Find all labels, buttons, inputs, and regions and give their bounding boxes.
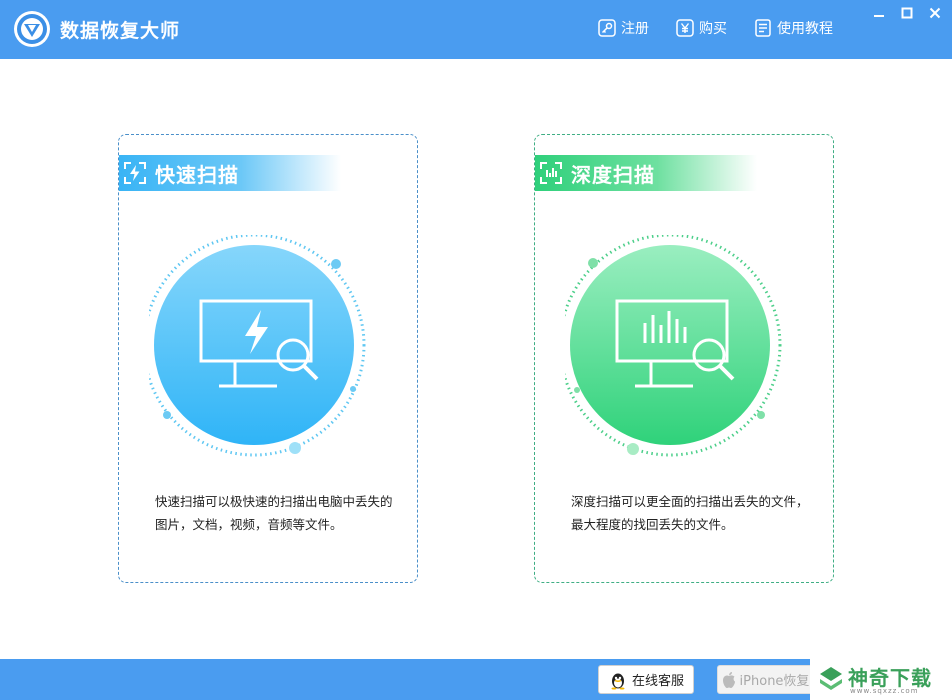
buy-label: 购买 bbox=[699, 21, 727, 37]
maximize-icon bbox=[901, 7, 913, 19]
quick-scan-header: 快速扫描 bbox=[119, 155, 341, 191]
quick-scan-lightning-icon bbox=[124, 162, 146, 184]
register-label: 注册 bbox=[621, 21, 649, 37]
watermark: 神奇下载 www.sqxzz.com bbox=[810, 659, 952, 700]
online-service-button[interactable]: 在线客服 bbox=[598, 665, 694, 694]
online-service-label: 在线客服 bbox=[631, 674, 684, 689]
document-icon bbox=[755, 19, 771, 37]
deep-scan-bars-icon bbox=[540, 162, 562, 184]
deep-scan-title: 深度扫描 bbox=[571, 162, 655, 187]
yen-icon bbox=[676, 19, 694, 37]
close-icon bbox=[929, 7, 941, 19]
minimize-button[interactable] bbox=[866, 0, 892, 26]
deep-scan-circle bbox=[570, 245, 770, 445]
quick-scan-card[interactable]: 快速扫描 快速扫描可以极快速的扫描出电脑中丢失的图片，文档，视频，音频等文件。 bbox=[118, 134, 418, 583]
quick-scan-title: 快速扫描 bbox=[155, 162, 239, 187]
maximize-button[interactable] bbox=[894, 0, 920, 26]
apple-icon bbox=[722, 671, 735, 688]
quick-scan-description: 快速扫描可以极快速的扫描出电脑中丢失的图片，文档，视频，音频等文件。 bbox=[155, 494, 393, 532]
buy-link[interactable]: 购买 bbox=[676, 17, 727, 39]
title-bar: 数据恢复大师 注册 购买 使用教程 bbox=[0, 0, 952, 59]
app-logo-icon bbox=[14, 11, 50, 47]
deep-scan-card[interactable]: 深度扫描 深度扫描可以更全面的扫描出丢失的文件，最大程度的找回丢失的文件。 bbox=[534, 134, 834, 583]
key-icon bbox=[598, 19, 616, 37]
close-button[interactable] bbox=[922, 0, 948, 26]
iphone-recovery-label: iPhone恢复 bbox=[739, 674, 810, 689]
app-title: 数据恢复大师 bbox=[60, 20, 181, 42]
watermark-logo-icon bbox=[820, 667, 842, 690]
deep-scan-description: 深度扫描可以更全面的扫描出丢失的文件，最大程度的找回丢失的文件。 bbox=[571, 494, 809, 532]
qq-penguin-icon bbox=[611, 673, 625, 689]
quick-scan-graphic[interactable] bbox=[149, 235, 369, 465]
watermark-url: www.sqxzz.com bbox=[850, 687, 919, 695]
tutorial-label: 使用教程 bbox=[777, 21, 833, 37]
minimize-icon bbox=[874, 15, 884, 17]
deep-scan-header: 深度扫描 bbox=[535, 155, 757, 191]
tutorial-link[interactable]: 使用教程 bbox=[754, 17, 833, 39]
iphone-recovery-button[interactable]: iPhone恢复 bbox=[717, 665, 813, 694]
register-link[interactable]: 注册 bbox=[598, 17, 649, 39]
deep-scan-graphic[interactable] bbox=[565, 235, 785, 465]
